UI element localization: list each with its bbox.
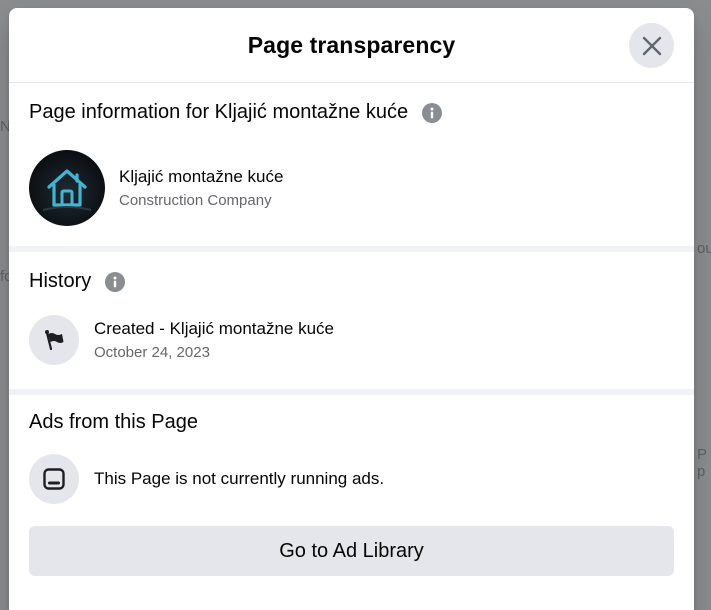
background-page-hint: P p [697,446,707,480]
tablet-icon [43,468,65,490]
history-event-title: Created - Kljajić montažne kuće [94,319,335,338]
page-identity-text: Kljajić montažne kuće Construction Compa… [119,167,283,209]
history-event-date: October 24, 2023 [94,344,210,361]
ads-heading: Ads from this Page [29,411,674,434]
history-section: History Created - Kljajić montažne kuće … [9,252,694,389]
ads-heading-text: Ads from this Page [29,411,198,433]
close-button[interactable] [629,23,674,68]
info-icon[interactable] [422,102,443,123]
page-category: Construction Company [119,192,272,209]
close-icon [642,36,661,55]
house-logo-icon [42,169,92,211]
ads-section: Ads from this Page This Page is not curr… [9,395,694,576]
tablet-icon-container [29,454,79,504]
info-icon[interactable] [105,271,126,292]
ads-status-row: This Page is not currently running ads. [29,454,674,504]
go-to-ad-library-button[interactable]: Go to Ad Library [29,526,674,576]
page-info-heading: Page information for Kljajić montažne ku… [29,101,674,124]
page-transparency-dialog: Page transparency Page information for K… [9,8,694,610]
page-info-section: Page information for Kljajić montažne ku… [9,83,694,246]
avatar[interactable] [29,150,105,226]
ads-status-text: This Page is not currently running ads. [94,469,385,488]
page-identity-row: Kljajić montažne kuće Construction Compa… [29,150,674,226]
page-name[interactable]: Kljajić montažne kuće [119,167,283,187]
history-event-text: Created - Kljajić montažne kuće October … [94,319,334,361]
flag-icon-container [29,315,79,365]
history-heading: History [29,270,674,293]
dialog-header: Page transparency [9,8,694,83]
flag-icon [45,330,64,351]
dialog-title: Page transparency [247,31,456,58]
history-heading-text: History [29,270,92,292]
history-event-row: Created - Kljajić montažne kuće October … [29,315,674,365]
background-page-hint: ou [697,240,711,257]
page-info-heading-text: Page information for Kljajić montažne ku… [29,101,409,123]
